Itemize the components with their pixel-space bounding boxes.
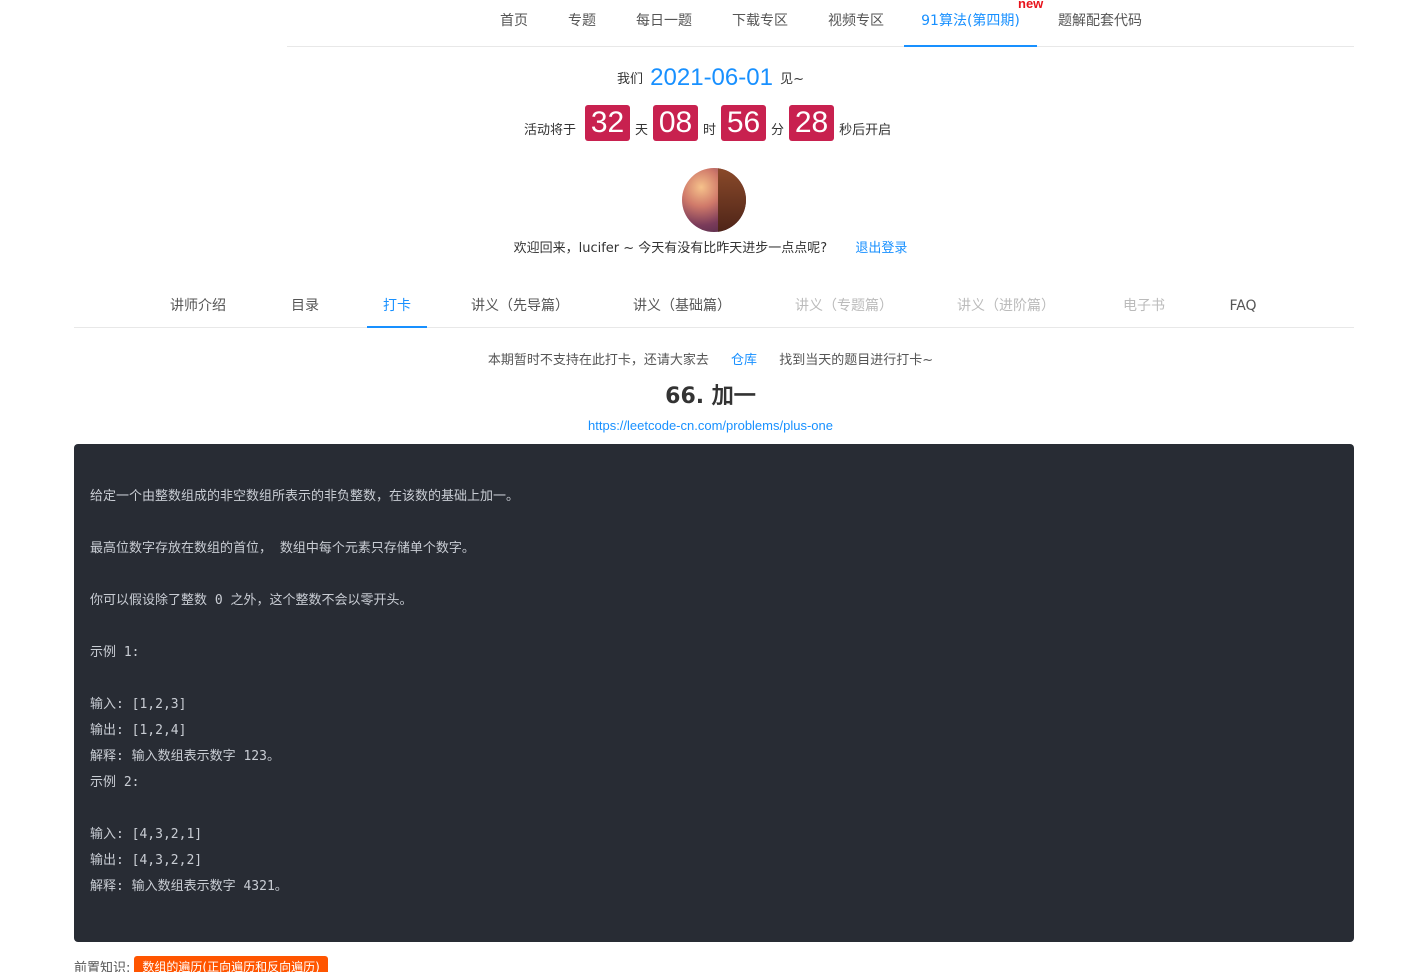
- prerequisite-label: 前置知识:: [74, 961, 131, 972]
- tab-faq[interactable]: FAQ: [1220, 285, 1266, 328]
- problem-url-link[interactable]: https://leetcode-cn.com/problems/plus-on…: [0, 418, 1421, 433]
- countdown-lead: 活动将于: [524, 122, 577, 138]
- countdown-days-unit: 天: [635, 122, 649, 138]
- description-line: 示例 2:: [90, 775, 140, 790]
- tab-checkin[interactable]: 打卡: [367, 285, 427, 328]
- description-line: [90, 562, 1338, 588]
- tab-catalog[interactable]: 目录: [278, 285, 332, 328]
- date-prefix: 我们: [617, 72, 644, 87]
- description-line: [90, 614, 1338, 640]
- nav-daily-problem[interactable]: 每日一题: [630, 0, 698, 47]
- avatar[interactable]: [682, 168, 746, 232]
- description-line: 输入: [1,2,3]: [90, 697, 187, 712]
- notice-after: 找到当天的题目进行打卡~: [779, 353, 934, 368]
- description-line: 给定一个由整数组成的非空数组所表示的非负整数，在该数的基础上加一。: [90, 489, 520, 504]
- logout-link[interactable]: 退出登录: [855, 241, 907, 256]
- avatar-cliff-shape: [718, 168, 746, 232]
- content-tabs: 讲师介绍 目录 打卡 讲义（先导篇） 讲义（基础篇） 讲义（专题篇） 讲义（进阶…: [74, 285, 1354, 328]
- tab-instructor-intro[interactable]: 讲师介绍: [162, 285, 234, 328]
- description-line: 输入: [4,3,2,1]: [90, 827, 203, 842]
- description-line: 你可以假设除了整数 0 之外，这个整数不会以零开头。: [90, 593, 413, 608]
- countdown-hours: 08: [653, 105, 699, 141]
- countdown-minutes-unit: 分: [771, 122, 785, 138]
- countdown-tail: 秒后开启: [839, 122, 892, 138]
- notice-before: 本期暂时不支持在此打卡，还请大家去: [487, 353, 709, 368]
- tab-lecture-basic[interactable]: 讲义（基础篇）: [630, 285, 734, 328]
- countdown-timer: 活动将于 32 天 08 时 56 分 28 秒后开启: [524, 105, 896, 141]
- prerequisite-row: 前置知识: 数组的遍历(正向遍历和反向遍历): [74, 956, 328, 972]
- prerequisite-tag[interactable]: 数组的遍历(正向遍历和反向遍历): [134, 956, 328, 972]
- countdown-minutes: 56: [721, 105, 767, 141]
- description-line: 输出: [1,2,4]: [90, 723, 187, 738]
- checkin-notice: 本期暂时不支持在此打卡，还请大家去 仓库 找到当天的题目进行打卡~: [0, 349, 1421, 368]
- description-line: [90, 796, 1338, 822]
- top-nav: 首页 专题 每日一题 下载专区 视频专区 91算法(第四期) 题解配套代码 ne…: [287, 0, 1354, 47]
- nav-videos[interactable]: 视频专区: [822, 0, 890, 47]
- tab-lecture-topic[interactable]: 讲义（专题篇）: [792, 285, 896, 328]
- description-line: 解释: 输入数组表示数字 123。: [90, 749, 280, 764]
- new-badge: new: [1018, 0, 1044, 11]
- tab-ebook[interactable]: 电子书: [1116, 285, 1172, 328]
- description-line: 输出: [4,3,2,2]: [90, 853, 203, 868]
- nav-downloads[interactable]: 下载专区: [726, 0, 794, 47]
- event-date: 2021-06-01: [650, 64, 773, 91]
- countdown-days: 32: [585, 105, 631, 141]
- description-line: 示例 1:: [90, 645, 140, 660]
- countdown-seconds: 28: [789, 105, 835, 141]
- date-suffix: 见~: [780, 72, 804, 87]
- repo-link[interactable]: 仓库: [731, 353, 757, 368]
- countdown-hours-unit: 时: [703, 122, 717, 138]
- tab-lecture-advanced[interactable]: 讲义（进阶篇）: [954, 285, 1058, 328]
- problem-title: 66. 加一: [665, 384, 756, 409]
- nav-home[interactable]: 首页: [487, 0, 541, 47]
- description-line: [90, 666, 1338, 692]
- description-line: [90, 510, 1338, 536]
- welcome-line: 欢迎回来，lucifer ~ 今天有没有比昨天进步一点点呢? 退出登录: [0, 237, 1421, 256]
- description-line: 最高位数字存放在数组的首位， 数组中每个元素只存储单个数字。: [90, 541, 475, 556]
- welcome-message: 欢迎回来，lucifer ~ 今天有没有比昨天进步一点点呢?: [513, 241, 828, 256]
- nav-topics[interactable]: 专题: [555, 0, 609, 47]
- description-line: 解释: 输入数组表示数字 4321。: [90, 879, 288, 894]
- problem-description-block: 给定一个由整数组成的非空数组所表示的非负整数，在该数的基础上加一。 最高位数字存…: [74, 444, 1354, 942]
- nav-solution-code[interactable]: 题解配套代码: [1052, 0, 1148, 47]
- tab-lecture-intro[interactable]: 讲义（先导篇）: [468, 285, 572, 328]
- event-date-line: 我们 2021-06-01 见~: [0, 64, 1421, 92]
